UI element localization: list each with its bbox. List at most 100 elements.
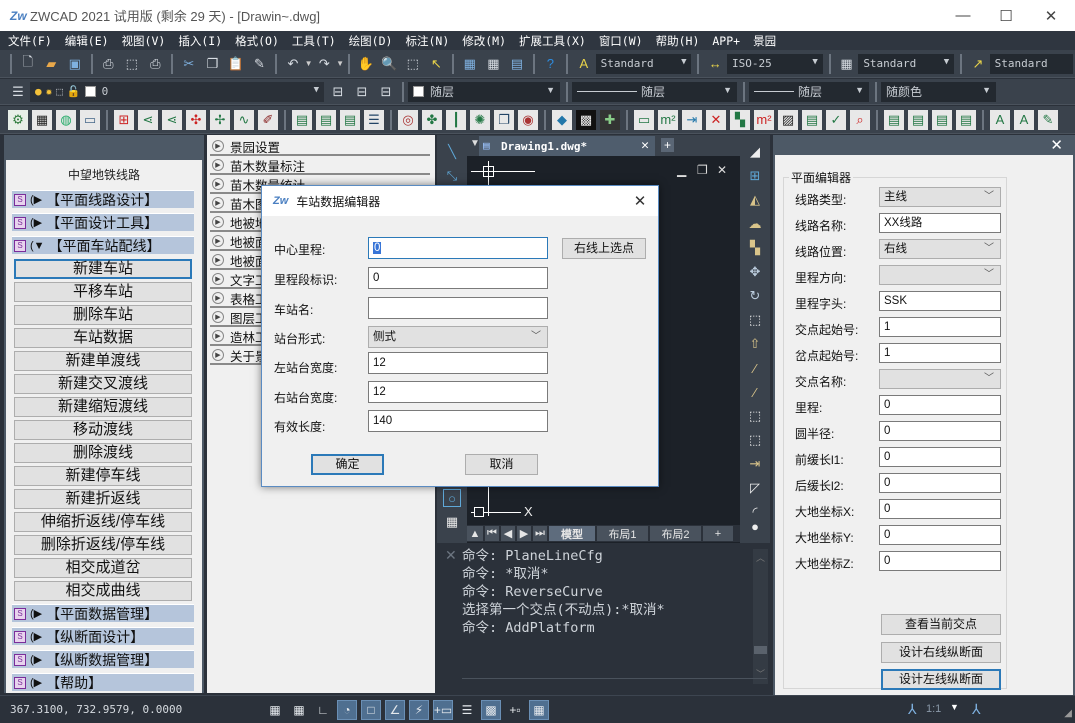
platform-type-select[interactable]: 侧式 ﹀ [368, 326, 548, 348]
area-hatch-icon[interactable]: ▨ [778, 109, 798, 130]
ortho-icon[interactable]: ∟ [313, 700, 333, 720]
turnout-start-input[interactable]: 1 [879, 343, 1001, 363]
area-arrow-icon[interactable]: ⇥ [682, 109, 702, 130]
menu-modify[interactable]: 修改(M) [462, 33, 506, 49]
table-link-icon[interactable]: ▤ [340, 109, 360, 130]
save-icon[interactable]: ▣ [65, 54, 85, 74]
chamfer-icon[interactable]: ◸ [746, 479, 764, 497]
redo-dropdown-icon[interactable]: ▼ [336, 59, 344, 68]
tab-layout1[interactable]: 布局1 [597, 526, 648, 541]
right-platform-width-input[interactable]: 12 [368, 381, 548, 403]
print-icon[interactable]: ⎙ [99, 54, 119, 74]
new-tab-icon[interactable]: + [661, 138, 675, 152]
maximize-button[interactable]: ☐ [983, 0, 1029, 31]
object-snap-tracking-icon[interactable]: ∠ [385, 700, 405, 720]
zoom-previous-icon[interactable]: ↖ [427, 54, 447, 74]
text-style-select[interactable]: Standard ▼ [595, 53, 692, 74]
copy-icon[interactable]: ❐ [203, 54, 223, 74]
text-table-icon[interactable]: ▤ [884, 109, 904, 130]
group-plane-route-design[interactable]: S (▶ 【平面线路设计】 [12, 190, 194, 208]
mleader-style-select[interactable]: Standard [989, 53, 1073, 74]
make-current-layer-icon[interactable]: ⊟ [328, 82, 348, 102]
rotate-icon[interactable]: ↻ [746, 287, 764, 305]
intersect-curve-button[interactable]: 相交成曲线 [14, 581, 192, 601]
radius-input[interactable]: 0 [879, 421, 1001, 441]
lineweight-select[interactable]: 随层 ▼ [749, 81, 869, 102]
station-data-button[interactable]: 车站数据 [14, 328, 192, 348]
move-icon[interactable]: ✥ [746, 263, 764, 281]
zoom-realtime-icon[interactable]: 🔍 [380, 54, 400, 74]
design-left-profile-button[interactable]: 设计左线纵断面 [881, 669, 1001, 690]
break-icon[interactable]: ⬚ [746, 431, 764, 449]
dynamic-ucs-icon[interactable]: ⚡ [409, 700, 429, 720]
move-station-button[interactable]: 平移车站 [14, 282, 192, 302]
dynamic-input-icon[interactable]: +▭ [433, 700, 453, 720]
erase-icon[interactable]: ◢ [746, 143, 764, 161]
circle-tool-icon[interactable]: ◎ [398, 109, 418, 130]
grid-table-icon[interactable]: ▦ [32, 109, 52, 130]
grid-display-icon[interactable]: ▦ [289, 700, 309, 720]
menu-edit[interactable]: 编辑(E) [65, 33, 109, 49]
cut-icon[interactable]: ✂ [179, 54, 199, 74]
front-transition-input[interactable]: 0 [879, 447, 1001, 467]
text-replace-icon[interactable]: A [990, 109, 1010, 130]
last-tab-icon[interactable]: ⏭ [533, 526, 547, 541]
polar-tracking-icon[interactable]: ◔ [337, 700, 357, 720]
add-layout-button[interactable]: + [703, 526, 733, 541]
prev-tab-icon[interactable]: ◀ [501, 526, 515, 541]
effective-length-input[interactable]: 140 [368, 410, 548, 432]
move-crossover-button[interactable]: 移动渡线 [14, 420, 192, 440]
copy-icon[interactable]: ⊞ [746, 167, 764, 185]
ok-button[interactable]: 确定 [311, 454, 384, 475]
doc-minimize-icon[interactable]: ▁ [677, 163, 686, 177]
menu-insert[interactable]: 插入(I) [178, 33, 222, 49]
redo-icon[interactable]: ↷ [315, 54, 335, 74]
globe-config-icon[interactable]: ◍ [56, 109, 76, 130]
geo-x-input[interactable]: 0 [879, 499, 1001, 519]
curve-measure-icon[interactable]: ∿ [234, 109, 254, 130]
line-icon[interactable]: ╲ [443, 143, 461, 161]
layer-select[interactable]: ● ✹ ⬚ 🔓 0 ▼ [30, 81, 324, 102]
zoom-window-icon[interactable]: ⬚ [403, 54, 423, 74]
stretch-turnback-button[interactable]: 伸缩折返线/停车线 [14, 512, 192, 532]
area-frame-icon[interactable]: ▭ [634, 109, 654, 130]
node-add-icon[interactable]: ✢ [210, 109, 230, 130]
text-edit-icon[interactable]: ✎ [1038, 109, 1058, 130]
copy-block-icon[interactable]: ❐ [494, 109, 514, 130]
landscape-item[interactable]: ▶ 苗木数量标注 [210, 157, 430, 175]
new-turnback-line-button[interactable]: 新建折返线 [14, 489, 192, 509]
layer-previous-icon[interactable]: ⊟ [352, 82, 372, 102]
landscape-item[interactable]: ▶ 景园设置 [210, 138, 430, 156]
route-position-select[interactable]: 右线 ﹀ [879, 239, 1001, 259]
open-folder-icon[interactable]: ▰ [41, 54, 61, 74]
route-type-select[interactable]: 主线 ﹀ [879, 187, 1001, 207]
region-icon[interactable]: ○ [443, 489, 461, 507]
route-name-input[interactable]: XX线路 [879, 213, 1001, 233]
tree-symbol-icon[interactable]: ✺ [470, 109, 490, 130]
tab-layout2[interactable]: 布局2 [650, 526, 701, 541]
curve-edit-icon[interactable]: ✐ [258, 109, 278, 130]
menu-draw[interactable]: 绘图(D) [349, 33, 393, 49]
design-center-icon[interactable]: ▦ [484, 54, 504, 74]
scroll-thumb[interactable] [754, 646, 767, 654]
print-preview-icon[interactable]: ⬚ [122, 54, 142, 74]
extend-icon[interactable]: ⁄ [746, 383, 764, 401]
area-m2-icon[interactable]: m² [658, 109, 678, 130]
new-file-icon[interactable]: 🗋 [18, 54, 38, 74]
noise-pattern-icon[interactable]: ▩ [576, 109, 596, 130]
menu-help[interactable]: 帮助(H) [656, 33, 700, 49]
menu-app-plus[interactable]: APP+ [712, 34, 740, 48]
object-snap-icon[interactable]: □ [361, 700, 381, 720]
area-delete-icon[interactable]: ✕ [706, 109, 726, 130]
snap-grid-icon[interactable]: ▦ [265, 700, 285, 720]
annotation-scale-value[interactable]: 1:1 [926, 703, 941, 715]
doc-restore-icon[interactable]: ❐ [697, 163, 708, 177]
match-properties-icon[interactable]: ✎ [250, 54, 270, 74]
area-check-icon[interactable]: ✓ [826, 109, 846, 130]
next-tab-icon[interactable]: ▶ [517, 526, 531, 541]
trim-icon[interactable]: ⁄ [746, 359, 764, 377]
new-single-crossover-button[interactable]: 新建单渡线 [14, 351, 192, 371]
undo-dropdown-icon[interactable]: ▼ [305, 59, 313, 68]
text-table2-icon[interactable]: ▤ [908, 109, 928, 130]
intersection-name-select[interactable]: ﹀ [879, 369, 1001, 389]
